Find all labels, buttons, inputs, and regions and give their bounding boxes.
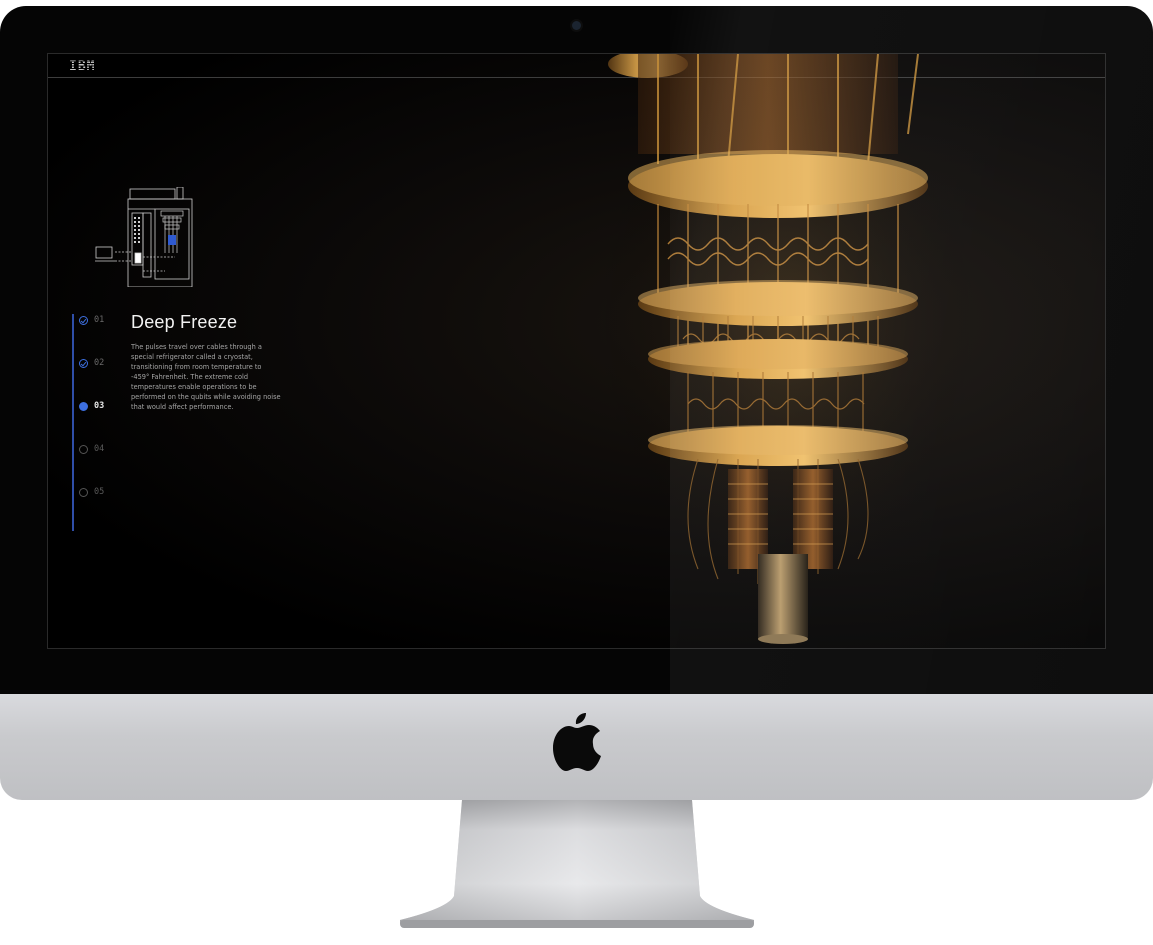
step-03[interactable]: 03 xyxy=(79,399,104,413)
screen: IBM 01 02 03 04 05 Deep Freeze The pulse… xyxy=(47,53,1106,649)
camera-icon xyxy=(572,21,581,30)
section-description: The pulses travel over cables through a … xyxy=(131,343,281,411)
step-label: 03 xyxy=(94,401,105,411)
step-02[interactable]: 02 xyxy=(79,356,104,370)
cryostat-image xyxy=(588,54,988,648)
step-active-icon xyxy=(79,401,88,411)
step-01[interactable]: 01 xyxy=(79,313,104,327)
step-label: 02 xyxy=(94,358,105,368)
step-label: 05 xyxy=(94,487,105,497)
section-title: Deep Freeze xyxy=(131,312,238,332)
progress-line xyxy=(72,314,74,531)
step-04[interactable]: 04 xyxy=(79,442,104,456)
step-checked-icon xyxy=(79,315,88,325)
step-circle-icon xyxy=(79,444,88,454)
step-checked-icon xyxy=(79,358,88,368)
apple-logo-icon xyxy=(553,713,601,771)
step-label: 04 xyxy=(94,444,105,454)
monitor-stand xyxy=(400,800,754,928)
step-label: 01 xyxy=(94,315,105,325)
step-05[interactable]: 05 xyxy=(79,485,104,499)
quantum-system-diagram-icon xyxy=(95,187,193,287)
ibm-logo[interactable]: IBM xyxy=(69,59,95,74)
step-circle-icon xyxy=(79,487,88,497)
